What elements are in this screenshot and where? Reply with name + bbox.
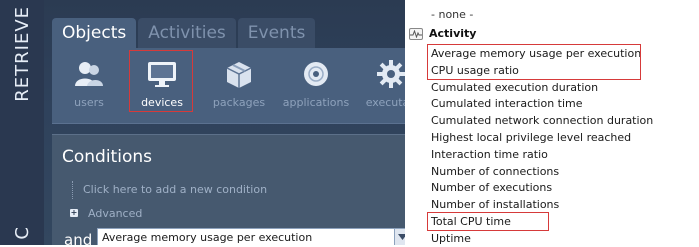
dropdown-option[interactable]: Number of connections <box>431 163 559 180</box>
dropdown-option-none[interactable]: - none - <box>431 6 473 23</box>
disc-icon <box>298 58 334 90</box>
tab-events[interactable]: Events <box>237 18 316 48</box>
dropdown-group-activity: Activity <box>409 25 476 42</box>
dropdown-group-label: Activity <box>429 27 477 40</box>
object-applications[interactable]: applications <box>281 52 351 120</box>
dropdown-option[interactable]: Total CPU time <box>431 213 511 230</box>
package-icon <box>221 58 257 90</box>
users-icon <box>71 58 107 90</box>
activity-icon <box>409 27 423 40</box>
object-devices[interactable]: devices <box>127 52 197 120</box>
advanced-label: Advanced <box>88 206 143 220</box>
object-tabs: Objects Activities Events <box>52 18 317 48</box>
conditions-section: Conditions Click here to add a new condi… <box>52 134 405 245</box>
object-label: packages <box>212 96 266 109</box>
vertical-sidebar: RETRIEVE C <box>0 0 44 245</box>
dropdown-option[interactable]: Number of installations <box>431 196 559 213</box>
object-label: users <box>74 96 104 109</box>
object-label: executab <box>365 96 405 109</box>
second-tab-wrap: C <box>0 226 44 240</box>
tab-activities[interactable]: Activities <box>138 18 236 48</box>
advanced-toggle-row[interactable]: + Advanced <box>70 205 142 221</box>
dropdown-option[interactable]: Uptime <box>431 230 471 247</box>
object-users[interactable]: users <box>54 52 124 120</box>
dropdown-option[interactable]: Cumulated execution duration <box>431 79 598 96</box>
dropdown-option[interactable]: Number of executions <box>431 179 552 196</box>
object-label: applications <box>282 96 350 109</box>
object-label: devices <box>141 96 183 109</box>
app-window: RETRIEVE C Objects Activities Events use… <box>0 0 699 245</box>
retrieve-tab[interactable]: RETRIEVE <box>12 6 33 102</box>
dropdown-option[interactable]: Cumulated network connection duration <box>431 112 653 129</box>
condition-select-value: Average memory usage per execution <box>102 230 313 244</box>
tab-objects[interactable]: Objects <box>52 18 137 48</box>
dropdown-option[interactable]: Highest local privilege level reached <box>431 129 631 146</box>
objects-toolbar: users devices packages applications exec… <box>52 48 405 124</box>
dropdown-option[interactable]: Interaction time ratio <box>431 146 548 163</box>
collapsed-tab[interactable]: C <box>12 226 33 240</box>
add-condition-link[interactable]: Click here to add a new condition <box>72 181 267 199</box>
chevron-down-icon[interactable] <box>394 229 405 245</box>
monitor-icon <box>144 58 180 90</box>
and-operator-label: and <box>64 231 93 245</box>
gear-icon <box>373 58 405 90</box>
retrieve-tab-wrap: RETRIEVE <box>0 6 44 102</box>
condition-dropdown-list: - none - Activity Average memory usage p… <box>405 0 699 245</box>
dropdown-option[interactable]: Cumulated interaction time <box>431 95 583 112</box>
object-packages[interactable]: packages <box>204 52 274 120</box>
dropdown-option[interactable]: Average memory usage per execution <box>431 45 641 62</box>
expand-plus-icon[interactable]: + <box>70 209 78 217</box>
main-area: Objects Activities Events users devices … <box>44 0 405 245</box>
dropdown-option[interactable]: CPU usage ratio <box>431 62 519 79</box>
object-executables[interactable]: executab <box>356 52 405 120</box>
retrieve-panel: RETRIEVE C Objects Activities Events use… <box>0 0 405 245</box>
condition-field-select[interactable]: Average memory usage per execution <box>97 228 405 245</box>
conditions-title: Conditions <box>62 147 152 167</box>
